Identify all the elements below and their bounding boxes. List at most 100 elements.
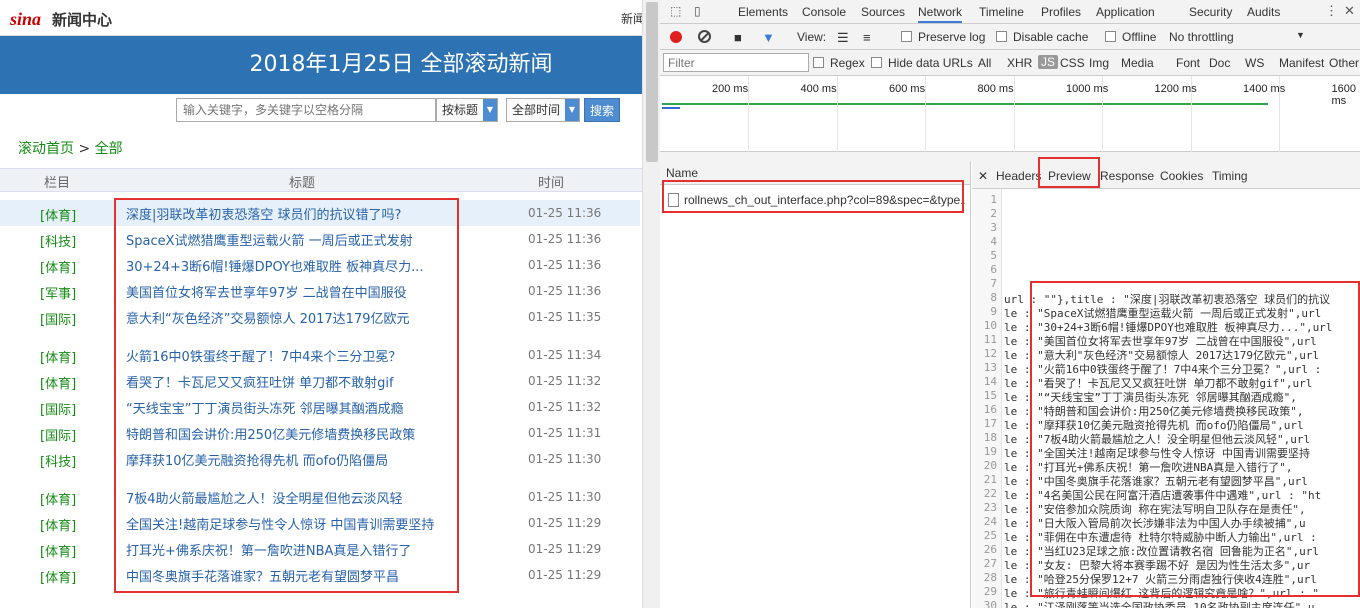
detail-tab-response[interactable]: Response	[1100, 169, 1154, 183]
search-button[interactable]: 搜索	[584, 98, 620, 122]
filter-type-manifest[interactable]: Manifest	[1279, 56, 1324, 70]
disable-cache-label: Disable cache	[1013, 30, 1089, 44]
line-number: 20	[983, 459, 997, 472]
news-category[interactable]: [科技]	[40, 451, 76, 470]
filter-icon[interactable]: ▼	[762, 30, 775, 45]
detail-tab-headers[interactable]: Headers	[996, 169, 1041, 183]
device-toolbar-icon[interactable]: ▯	[694, 4, 701, 18]
news-category[interactable]: [体育]	[40, 515, 76, 534]
scrollbar-thumb[interactable]	[646, 2, 658, 162]
filter-type-media[interactable]: Media	[1121, 56, 1154, 70]
time-range-select[interactable]: 全部时间 ▼	[506, 98, 580, 122]
line-number: 10	[983, 319, 997, 332]
tab-elements[interactable]: Elements	[738, 5, 788, 19]
page-scrollbar[interactable]	[642, 0, 660, 608]
timeline-tick-label: 1200 ms	[1154, 83, 1197, 95]
news-category[interactable]: [体育]	[40, 489, 76, 508]
filter-type-ws[interactable]: WS	[1245, 56, 1264, 70]
filter-type-xhr[interactable]: XHR	[1007, 56, 1032, 70]
filter-type-js[interactable]: JS	[1038, 55, 1059, 69]
detail-tab-bar: ✕ Headers Preview Response Cookies Timing	[972, 161, 1360, 189]
tab-console[interactable]: Console	[802, 5, 846, 19]
tab-network[interactable]: Network	[918, 5, 963, 23]
news-time: 01-25 11:35	[528, 310, 602, 324]
line-number: 3	[990, 221, 997, 234]
breadcrumb: 滚动首页 > 全部	[0, 130, 642, 168]
news-category[interactable]: [体育]	[40, 567, 76, 586]
news-time: 01-25 11:36	[528, 206, 602, 220]
tab-application[interactable]: Application	[1096, 5, 1155, 19]
timeline-tick-label: 1400 ms	[1243, 83, 1286, 95]
capture-screenshots-icon[interactable]: ■	[734, 30, 742, 45]
overview-icon[interactable]: ≡	[863, 30, 871, 45]
detail-tab-timing[interactable]: Timing	[1212, 169, 1248, 183]
inspect-icon[interactable]: ⬚	[670, 4, 681, 18]
tab-timeline[interactable]: Timeline	[979, 5, 1024, 19]
timeline-tick-label: 800 ms	[977, 83, 1014, 95]
search-bar: 按标题 ▼ 全部时间 ▼ 搜索	[0, 94, 642, 130]
highlight-box-titles	[114, 198, 459, 593]
line-number: 25	[983, 529, 997, 542]
news-category[interactable]: [国际]	[40, 425, 76, 444]
line-number: 13	[983, 361, 997, 374]
news-category[interactable]: [国际]	[40, 399, 76, 418]
news-category[interactable]: [国际]	[40, 309, 76, 328]
line-number: 7	[990, 277, 997, 290]
large-rows-icon[interactable]: ☰	[837, 30, 849, 46]
regex-checkbox[interactable]: Regex	[813, 56, 865, 70]
search-field-select[interactable]: 按标题 ▼	[436, 98, 498, 122]
filter-type-img[interactable]: Img	[1089, 56, 1109, 70]
line-number: 22	[983, 487, 997, 500]
throttling-select[interactable]: No throttling	[1169, 30, 1234, 44]
regex-label: Regex	[830, 56, 865, 70]
timeline-tick-label: 1000 ms	[1066, 83, 1109, 95]
filter-input[interactable]	[663, 53, 809, 72]
filter-type-doc[interactable]: Doc	[1209, 56, 1230, 70]
detail-tab-cookies[interactable]: Cookies	[1160, 169, 1203, 183]
more-options-icon[interactable]: ⋮	[1325, 3, 1338, 19]
topbar-link[interactable]: 新闻	[621, 10, 642, 27]
breadcrumb-current[interactable]: 全部	[95, 141, 123, 157]
column-title: 标题	[289, 176, 316, 191]
preserve-log-checkbox[interactable]: Preserve log	[901, 30, 985, 44]
close-detail-icon[interactable]: ✕	[978, 169, 988, 183]
timeline-bar-request	[662, 107, 680, 109]
tab-profiles[interactable]: Profiles	[1041, 5, 1081, 19]
search-input[interactable]	[176, 98, 436, 122]
line-number: 4	[990, 235, 997, 248]
news-category[interactable]: [军事]	[40, 283, 76, 302]
record-icon[interactable]	[670, 31, 682, 43]
news-time: 01-25 11:36	[528, 258, 602, 272]
disable-cache-checkbox[interactable]: Disable cache	[996, 30, 1088, 44]
news-category[interactable]: [体育]	[40, 205, 76, 224]
highlight-box-request	[662, 180, 964, 213]
close-icon[interactable]: ✕	[1344, 3, 1355, 19]
filter-type-all[interactable]: All	[978, 56, 991, 70]
chevron-down-icon[interactable]: ▼	[1296, 30, 1305, 40]
offline-label: Offline	[1122, 30, 1157, 44]
news-category[interactable]: [科技]	[40, 231, 76, 250]
network-timeline-overview[interactable]: 200 ms 400 ms 600 ms 800 ms 1000 ms 1200 ms 14…	[660, 76, 1360, 152]
hide-data-urls-label: Hide data URLs	[888, 56, 973, 70]
timeline-tick-label: 400 ms	[800, 83, 837, 95]
line-number: 11	[983, 333, 997, 346]
news-category[interactable]: [体育]	[40, 541, 76, 560]
sina-logo[interactable]: sina	[10, 9, 41, 30]
tab-audits[interactable]: Audits	[1247, 5, 1280, 19]
tab-security[interactable]: Security	[1189, 5, 1232, 19]
tab-sources[interactable]: Sources	[861, 5, 905, 19]
site-name[interactable]: 新闻中心	[52, 9, 112, 30]
filter-type-font[interactable]: Font	[1176, 56, 1200, 70]
hide-data-urls-checkbox[interactable]: Hide data URLs	[871, 56, 973, 70]
filter-type-other[interactable]: Other	[1329, 56, 1359, 70]
view-label: View:	[797, 30, 827, 44]
offline-checkbox[interactable]: Offline	[1105, 30, 1156, 44]
news-category[interactable]: [体育]	[40, 257, 76, 276]
line-number: 17	[983, 417, 997, 430]
news-category[interactable]: [体育]	[40, 347, 76, 366]
filter-type-css[interactable]: CSS	[1060, 56, 1085, 70]
news-category[interactable]: [体育]	[40, 373, 76, 392]
clear-icon[interactable]	[698, 30, 711, 43]
line-number: 24	[983, 515, 997, 528]
breadcrumb-home[interactable]: 滚动首页	[18, 141, 74, 157]
